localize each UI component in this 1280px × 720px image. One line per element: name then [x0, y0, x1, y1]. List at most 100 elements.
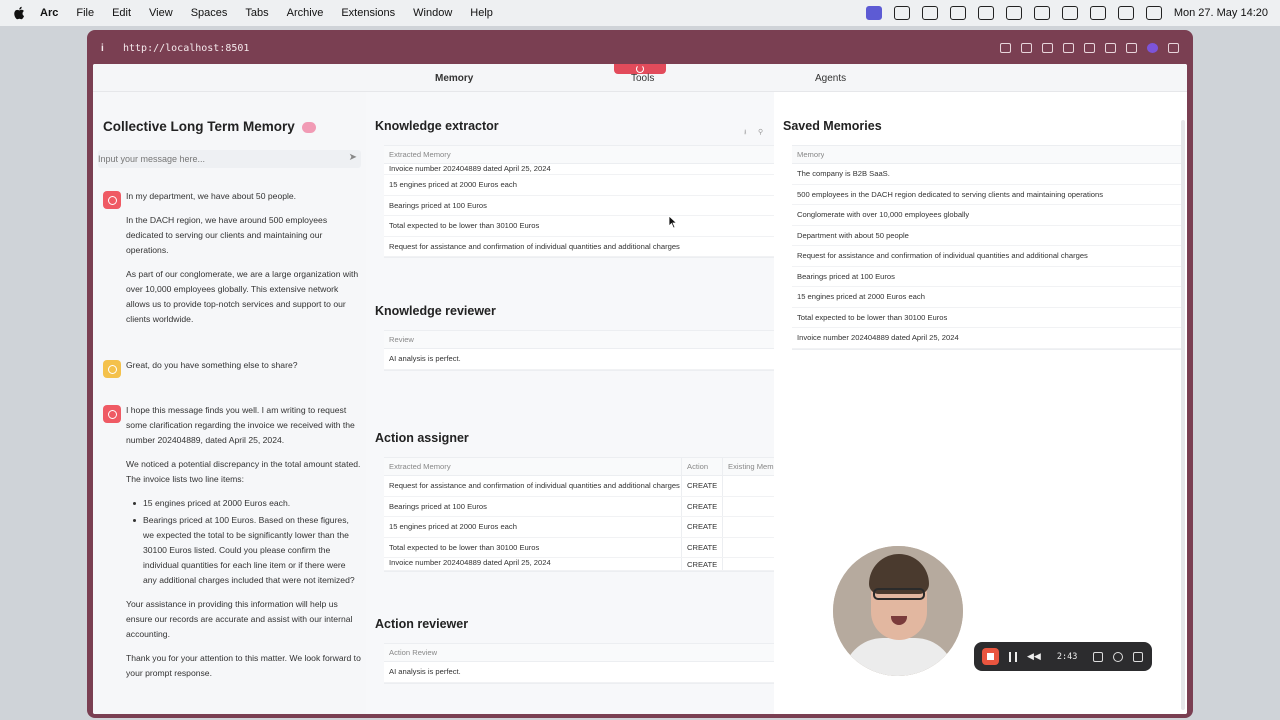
diamond-icon[interactable] [1005, 6, 1022, 20]
leaf-icon[interactable] [977, 6, 994, 20]
table-cell[interactable]: Request for assistance and confirmation … [384, 242, 680, 251]
table-cell[interactable]: 15 engines priced at 2000 Euros each [384, 180, 517, 189]
table-cell[interactable]: 15 engines priced at 2000 Euros each [792, 292, 925, 301]
table-row[interactable]: Department with about 50 people [792, 226, 1182, 246]
table-row[interactable]: Total expected to be lower than 30100 Eu… [384, 537, 774, 558]
camera-icon[interactable] [1042, 43, 1053, 53]
table-row[interactable]: Request for assistance and confirmation … [792, 246, 1182, 267]
wifi-icon[interactable] [1089, 6, 1106, 20]
grid-icon[interactable] [1093, 651, 1104, 662]
column-header[interactable]: Existing Memo [722, 458, 774, 475]
reviewer-table[interactable]: Review AI analysis is perfect. [384, 330, 774, 371]
menu-spaces[interactable]: Spaces [191, 7, 228, 19]
table-cell[interactable]: The company is B2B SaaS. [792, 169, 890, 178]
table-cell[interactable]: CREATE [681, 517, 722, 537]
table-cell[interactable]: CREATE [681, 537, 722, 557]
extension-icon[interactable] [1147, 43, 1158, 53]
table-cell[interactable]: Bearings priced at 100 Euros [792, 272, 895, 281]
split-view-icon[interactable] [1063, 43, 1074, 53]
globe-icon[interactable] [921, 6, 938, 20]
table-row[interactable]: 500 employees in the DACH region dedicat… [792, 185, 1182, 205]
sidebar-toggle-icon[interactable] [1168, 43, 1179, 53]
menu-view[interactable]: View [149, 7, 173, 19]
table-row[interactable]: Bearings priced at 100 Euros [792, 267, 1182, 287]
apple-icon[interactable] [12, 6, 26, 20]
table-cell[interactable] [722, 496, 774, 516]
info-icon[interactable]: i [101, 43, 115, 54]
screen-share-icon[interactable] [865, 6, 882, 20]
table-cell[interactable]: AI analysis is perfect. [384, 667, 461, 676]
table-row[interactable]: Bearings priced at 100 Euros [384, 196, 774, 216]
search-icon[interactable] [1117, 6, 1134, 20]
tab-agents[interactable]: Agents [815, 73, 846, 84]
table-row[interactable]: 15 engines priced at 2000 Euros each [792, 287, 1182, 308]
menu-archive[interactable]: Archive [287, 7, 324, 19]
column-header[interactable]: Extracted Memory [384, 462, 681, 471]
column-header[interactable]: Extracted Memory [384, 150, 451, 159]
menu-help[interactable]: Help [470, 7, 493, 19]
table-cell[interactable] [722, 537, 774, 557]
table-cell[interactable]: Bearings priced at 100 Euros [384, 502, 681, 511]
column-header[interactable]: Memory [792, 150, 824, 159]
action-reviewer-table[interactable]: Action Review AI analysis is perfect. [384, 643, 774, 684]
table-cell[interactable]: AI analysis is perfect. [384, 354, 461, 363]
table-cell[interactable] [722, 476, 774, 496]
menu-edit[interactable]: Edit [112, 7, 131, 19]
globe-toolbar-icon[interactable] [1084, 43, 1095, 53]
table-cell[interactable]: Total expected to be lower than 30100 Eu… [384, 221, 539, 230]
notion-icon[interactable] [893, 6, 910, 20]
table-cell[interactable]: Total expected to be lower than 30100 Eu… [792, 313, 947, 322]
table-row[interactable]: Total expected to be lower than 30100 Eu… [792, 308, 1182, 328]
extractor-table[interactable]: Extracted Memory Invoice number 20240488… [384, 145, 774, 258]
trash-icon[interactable] [1133, 651, 1144, 662]
table-cell[interactable]: Request for assistance and confirmation … [384, 481, 681, 490]
table-row[interactable]: Bearings priced at 100 Euros CREATE [384, 496, 774, 517]
chat-input-placeholder[interactable]: Input your message here... [98, 154, 205, 164]
table-cell[interactable]: Invoice number 202404889 dated April 25,… [792, 333, 959, 342]
menu-app-name[interactable]: Arc [40, 7, 58, 19]
menu-file[interactable]: File [76, 7, 94, 19]
table-cell[interactable]: Invoice number 202404889 dated April 25,… [384, 164, 551, 173]
tab-memory[interactable]: Memory [435, 73, 473, 84]
download-icon[interactable]: ⭳ [744, 128, 746, 139]
menu-tabs[interactable]: Tabs [245, 7, 268, 19]
column-header[interactable]: Action Review [384, 648, 437, 657]
table-row[interactable]: The company is B2B SaaS. [792, 164, 1182, 185]
search-table-icon[interactable]: ⚲ [758, 128, 763, 136]
table-cell[interactable] [722, 517, 774, 537]
table-cell[interactable]: Conglomerate with over 10,000 employees … [792, 210, 969, 219]
rewind-icon[interactable]: ◀◀ [1027, 651, 1041, 662]
table-cell[interactable]: CREATE [681, 476, 722, 496]
table-row[interactable]: AI analysis is perfect. [384, 662, 774, 683]
table-row[interactable]: 15 engines priced at 2000 Euros each CRE… [384, 517, 774, 538]
menu-extensions[interactable]: Extensions [341, 7, 395, 19]
saved-memories-table[interactable]: Memory The company is B2B SaaS. 500 empl… [792, 145, 1182, 350]
table-cell[interactable]: Total expected to be lower than 30100 Eu… [384, 543, 681, 552]
capture-icon[interactable] [1021, 43, 1032, 53]
restart-icon[interactable] [1113, 651, 1124, 662]
url-text[interactable]: http://localhost:8501 [123, 43, 249, 54]
table-cell[interactable]: CREATE [681, 558, 722, 570]
tab-tools[interactable]: Tools [631, 73, 654, 84]
table-cell[interactable]: Invoice number 202404889 dated April 25,… [384, 558, 681, 567]
column-header[interactable]: Action [681, 458, 722, 475]
page-scrollbar[interactable] [1181, 120, 1185, 710]
chat-input[interactable]: Input your message here... ➤ [98, 150, 361, 168]
table-row[interactable]: Request for assistance and confirmation … [384, 476, 774, 497]
menu-window[interactable]: Window [413, 7, 452, 19]
menu-clock[interactable]: Mon 27. May 14:20 [1174, 7, 1268, 19]
table-row[interactable]: 15 engines priced at 2000 Euros each [384, 175, 774, 196]
table-row[interactable]: Invoice number 202404889 dated April 25,… [384, 558, 774, 571]
table-cell[interactable]: Request for assistance and confirmation … [792, 251, 1088, 260]
keyboard-input-icon[interactable] [1033, 6, 1050, 20]
table-row[interactable]: Invoice number 202404889 dated April 25,… [792, 328, 1182, 349]
table-row[interactable]: Total expected to be lower than 30100 Eu… [384, 216, 774, 237]
table-row[interactable]: Request for assistance and confirmation … [384, 237, 774, 257]
column-header[interactable]: Review [384, 335, 414, 344]
table-row[interactable]: AI analysis is perfect. [384, 349, 774, 370]
table-cell[interactable] [722, 558, 774, 570]
url-bar[interactable]: i http://localhost:8501 [87, 30, 1193, 66]
control-center-icon[interactable] [1145, 6, 1162, 20]
table-cell[interactable]: 15 engines priced at 2000 Euros each [384, 522, 681, 531]
stop-recording-button[interactable] [982, 648, 999, 665]
